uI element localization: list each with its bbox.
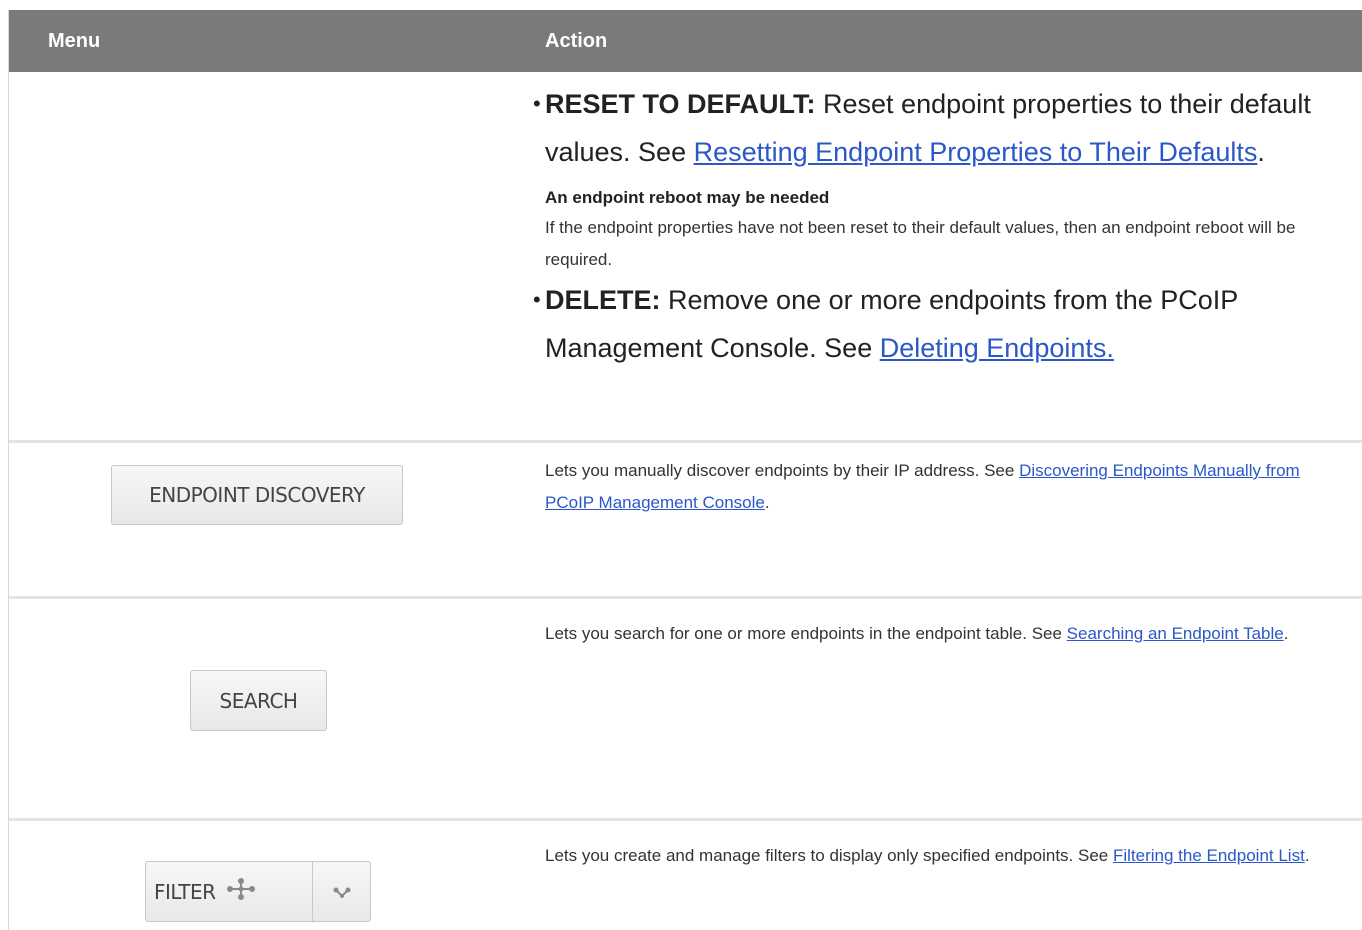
description-after: . — [1283, 624, 1289, 643]
description-after: . — [1304, 846, 1310, 865]
note-body: If the endpoint properties have not been… — [545, 218, 1296, 269]
action-description: Lets you create and manage filters to di… — [545, 821, 1343, 872]
description-after: . — [764, 493, 770, 512]
chevron-down-icon — [333, 880, 351, 904]
bullet-icon: • — [533, 91, 541, 116]
description-text: Lets you create and manage filters to di… — [545, 846, 1113, 865]
reset-defaults-link[interactable]: Resetting Endpoint Properties to Their D… — [694, 137, 1258, 167]
filter-label: FILTER — [154, 879, 216, 904]
action-cell: Lets you manually discover endpoints by … — [505, 443, 1362, 596]
menu-cell: SEARCH — [9, 599, 505, 818]
action-description: Lets you search for one or more endpoint… — [545, 599, 1343, 650]
filtering-list-link[interactable]: Filtering the Endpoint List — [1113, 846, 1305, 865]
table-header: Menu Action — [9, 10, 1362, 72]
item-after: . — [1257, 137, 1265, 167]
filter-button[interactable]: FILTER — [146, 862, 313, 921]
action-description: Lets you manually discover endpoints by … — [545, 443, 1343, 519]
header-action: Action — [545, 29, 608, 52]
page: Menu Action • RESET TO DEFAULT: Reset end… — [0, 0, 1362, 930]
search-button[interactable]: SEARCH — [190, 670, 327, 731]
header-menu: Menu — [48, 29, 101, 52]
deleting-endpoints-link[interactable]: Deleting Endpoints. — [880, 333, 1114, 363]
action-cell: Lets you search for one or more endpoint… — [505, 599, 1362, 818]
menu-cell: FILTER — [9, 821, 505, 930]
description-text: Lets you manually discover endpoints by … — [545, 461, 1020, 480]
action-cell: Lets you create and manage filters to di… — [505, 821, 1362, 930]
menu-cell — [9, 72, 505, 440]
description-text: Lets you search for one or more endpoint… — [545, 624, 1067, 643]
endpoint-discovery-button[interactable]: ENDPOINT DISCOVERY — [111, 465, 403, 525]
move-arrows-icon — [226, 878, 256, 905]
filter-dropdown-toggle[interactable] — [313, 862, 370, 921]
list-item-reset: • RESET TO DEFAULT: Reset endpoint proper… — [533, 80, 1343, 176]
item-label: RESET TO DEFAULT: — [545, 89, 816, 119]
action-cell: • RESET TO DEFAULT: Reset endpoint proper… — [505, 72, 1362, 440]
table-row: • RESET TO DEFAULT: Reset endpoint proper… — [9, 72, 1362, 443]
bullet-icon: • — [533, 287, 541, 312]
table-row: FILTER Lets you create and manage filter… — [9, 821, 1362, 930]
list-item-delete: • DELETE: Remove one or more endpoints fr… — [533, 276, 1343, 372]
filter-button-group: FILTER — [145, 861, 371, 922]
note-title: An endpoint reboot may be needed — [545, 188, 830, 207]
menu-cell: ENDPOINT DISCOVERY — [9, 443, 505, 596]
table-row: SEARCH Lets you search for one or more e… — [9, 599, 1362, 821]
item-label: DELETE: — [545, 285, 661, 315]
table-row: ENDPOINT DISCOVERY Lets you manually dis… — [9, 443, 1362, 599]
searching-table-link[interactable]: Searching an Endpoint Table — [1067, 624, 1284, 643]
menu-action-table: Menu Action • RESET TO DEFAULT: Reset end… — [8, 10, 1362, 930]
